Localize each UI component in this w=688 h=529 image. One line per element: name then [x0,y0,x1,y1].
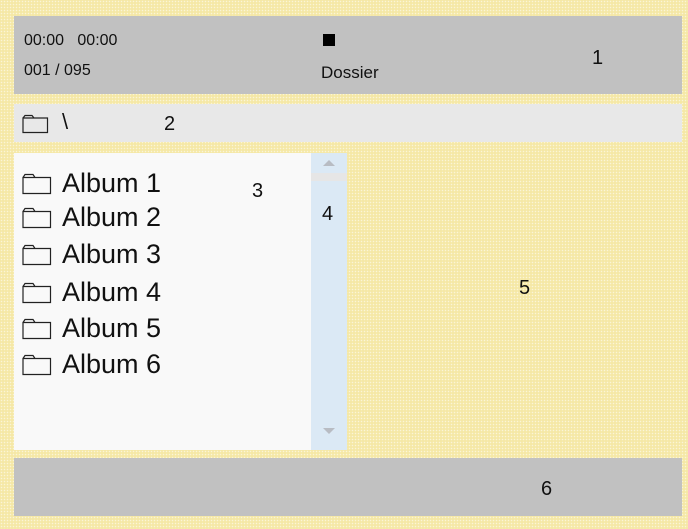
list-item[interactable]: Album 2 [14,200,254,234]
status-bar: 00:00 00:00 001 / 095 Dossier 1 [14,16,682,94]
list-item-label: Album 6 [62,349,162,379]
folder-icon [22,114,49,134]
region-marker-1: 1 [592,47,604,69]
scroll-thumb[interactable] [311,173,347,181]
scroll-up-arrow-icon[interactable] [323,160,335,166]
list-item[interactable]: Album 1 [14,166,254,200]
total-time: 00:00 [77,32,118,49]
list-item[interactable]: Album 6 [14,347,254,381]
list-item[interactable]: Album 3 [14,237,254,271]
region-marker-6: 6 [541,478,553,500]
list-item[interactable]: Album 4 [14,275,254,309]
list-item-label: Album 4 [62,277,162,307]
path-bar[interactable]: \ 2 [14,104,682,142]
media-browser-screen: 00:00 00:00 001 / 095 Dossier 1 \ 2 Albu… [0,0,688,529]
stop-icon [323,34,335,46]
scrollbar[interactable]: 4 [311,153,347,450]
list-item-label: Album 3 [62,239,162,269]
list-item[interactable]: Album 5 [14,311,254,345]
file-list: Album 1 Album 2 Album 3 Album 4 Album 5 [14,153,311,450]
region-marker-4: 4 [322,203,334,225]
folder-icon [22,318,52,340]
folder-icon [22,282,52,304]
region-marker-2: 2 [164,113,176,135]
elapsed-time: 00:00 [24,32,65,49]
bottom-bar: 6 [14,458,682,516]
list-item-label: Album 5 [62,313,162,343]
mode-label: Dossier [321,63,379,82]
track-counter: 001 / 095 [24,62,91,79]
region-marker-5: 5 [519,277,531,299]
list-item-label: Album 1 [62,168,162,198]
folder-icon [22,354,52,376]
current-path: \ [62,109,69,134]
folder-icon [22,207,52,229]
scroll-down-arrow-icon[interactable] [323,428,335,434]
folder-icon [22,244,52,266]
time-display: 00:00 00:00 [24,32,117,50]
list-item-label: Album 2 [62,202,162,232]
region-marker-3: 3 [252,180,264,202]
folder-icon [22,173,52,195]
